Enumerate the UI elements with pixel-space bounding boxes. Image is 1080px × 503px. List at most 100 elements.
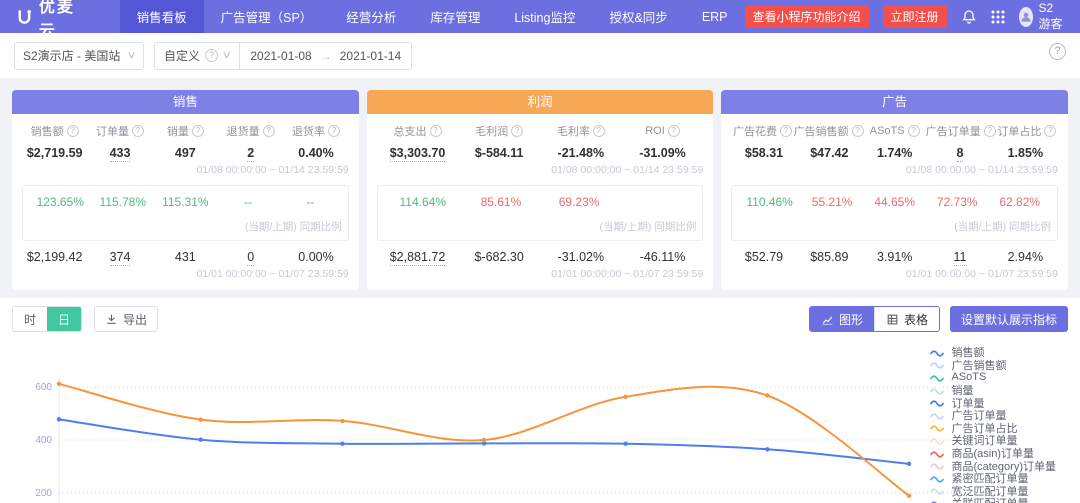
- page-help-icon[interactable]: ?: [1049, 43, 1066, 60]
- wave-line-icon: [930, 386, 944, 395]
- user-menu[interactable]: S2游客: [1019, 1, 1064, 32]
- metric-value: -46.11%: [622, 250, 704, 264]
- metric-value-text[interactable]: 374: [110, 250, 131, 266]
- metric-value: 1.85%: [993, 146, 1058, 160]
- register-now-button[interactable]: 立即注册: [883, 5, 947, 28]
- metric-help-icon[interactable]: ?: [511, 125, 523, 137]
- metric-value-text: 3.91%: [877, 250, 912, 264]
- metric-value: 0: [218, 250, 283, 264]
- metric-help-icon[interactable]: ?: [263, 125, 275, 137]
- metric-value: 0.40%: [283, 146, 348, 160]
- legend-item-ASoTS[interactable]: ASoTS: [930, 371, 1056, 384]
- nav-item-授权&同步[interactable]: 授权&同步: [592, 0, 684, 33]
- metric-help-icon[interactable]: ?: [780, 125, 792, 137]
- current-period: 01/08 00:00:00 ~ 01/14 23:59:59: [22, 164, 349, 176]
- column-label: 广告花费?: [731, 123, 793, 139]
- date-range-type-select[interactable]: 自定义 ? ∨: [155, 43, 240, 69]
- metric-help-icon[interactable]: ?: [132, 125, 144, 137]
- compare-value: 114.64%: [384, 195, 462, 209]
- column-headers: 销售额?订单量?销量?退货量?退货率?: [22, 123, 349, 139]
- metric-value-text[interactable]: 0: [247, 250, 254, 266]
- chart-view-button[interactable]: 图形: [810, 307, 874, 331]
- nav-item-广告管理（SP）[interactable]: 广告管理（SP）: [204, 0, 330, 33]
- metric-panels: 销售销售额?订单量?销量?退货量?退货率?$2,719.5943349720.4…: [0, 78, 1080, 290]
- metric-value-text[interactable]: $2,881.72: [390, 250, 446, 266]
- export-button[interactable]: 导出: [94, 306, 158, 332]
- column-label-text: ROI: [645, 125, 665, 137]
- chart-legend: 销售额广告销售额ASoTS销量订单量广告订单量广告订单占比关键词订单量商品(as…: [930, 346, 1056, 503]
- column-label-text: 毛利润: [475, 123, 508, 139]
- metric-help-icon[interactable]: ?: [430, 125, 442, 137]
- compare-label: (当期/上期) 同期比例: [738, 219, 1051, 234]
- shop-select[interactable]: S2演示店 - 美国站 ∨: [14, 42, 144, 70]
- metric-value-text: -31.02%: [558, 250, 605, 264]
- metric-help-icon[interactable]: ?: [593, 125, 605, 137]
- column-label-text: 订单占比: [997, 123, 1041, 139]
- chart-section: 时 日 导出 图形 表格: [0, 298, 1080, 503]
- compare-value: 55.21%: [801, 195, 864, 209]
- metric-value-text: 1.74%: [877, 146, 912, 160]
- metric-value-text[interactable]: 433: [110, 146, 131, 162]
- wave-line-icon: [930, 360, 944, 369]
- table-view-button[interactable]: 表格: [874, 307, 939, 331]
- compare-value: --: [279, 195, 342, 209]
- metric-help-icon[interactable]: ?: [1044, 125, 1056, 137]
- help-question-icon[interactable]: ?: [205, 49, 218, 62]
- miniprogram-intro-button[interactable]: 查看小程序功能介绍: [745, 5, 869, 28]
- nav-item-Listing监控[interactable]: Listing监控: [497, 0, 592, 33]
- column-label-text: 退货率: [292, 123, 325, 139]
- metric-help-icon[interactable]: ?: [328, 125, 340, 137]
- panel-body: 总支出?毛利润?毛利率?ROI?$3,303.70$-584.11-21.48%…: [367, 114, 714, 290]
- metric-help-icon[interactable]: ?: [668, 125, 680, 137]
- compare-label: (当期/上期) 同期比例: [29, 219, 342, 234]
- column-label-text: 销量: [167, 123, 189, 139]
- nav-item-经营分析[interactable]: 经营分析: [329, 0, 413, 33]
- column-label: 销售额?: [22, 123, 87, 139]
- apps-grid-icon[interactable]: [991, 10, 1005, 24]
- metric-value: 431: [153, 250, 218, 264]
- metric-value: 433: [87, 146, 152, 160]
- metric-value-text[interactable]: 11: [954, 250, 967, 266]
- nav-item-库存管理[interactable]: 库存管理: [413, 0, 497, 33]
- metric-value: 11: [927, 250, 992, 264]
- compare-value: 85.61%: [462, 195, 540, 209]
- app-logo[interactable]: 优麦云: [16, 0, 90, 33]
- panel-广告: 广告广告花费?广告销售额?ASoTS?广告订单量?订单占比?$58.31$47.…: [721, 90, 1068, 290]
- date-range-inputs[interactable]: 2021-01-08 → 2021-01-14: [240, 49, 411, 63]
- column-label: 总支出?: [377, 123, 459, 139]
- trend-chart[interactable]: 200400600 销售额广告销售额ASoTS销量订单量广告订单量广告订单占比关…: [12, 342, 1068, 503]
- nav-item-销售看板[interactable]: 销售看板: [120, 0, 204, 33]
- hour-toggle-button[interactable]: 时: [13, 307, 47, 331]
- previous-values: $2,881.72$-682.30-31.02%-46.11%: [377, 250, 704, 264]
- legend-label: 关联匹配订单量: [951, 495, 1028, 503]
- set-default-metrics-button[interactable]: 设置默认展示指标: [950, 306, 1068, 332]
- metric-value-text[interactable]: $3,303.70: [390, 146, 446, 162]
- legend-item-广告销售额[interactable]: 广告销售额: [930, 359, 1056, 372]
- metric-value: -21.48%: [540, 146, 622, 160]
- metric-help-icon[interactable]: ?: [67, 125, 79, 137]
- column-label-text: 订单量: [96, 123, 129, 139]
- column-label: 退货量?: [218, 123, 283, 139]
- legend-item-关联匹配订单量[interactable]: 关联匹配订单量: [930, 497, 1056, 503]
- metric-value-text[interactable]: 8: [957, 146, 964, 162]
- day-toggle-button[interactable]: 日: [47, 307, 81, 331]
- metric-help-icon[interactable]: ?: [852, 125, 864, 137]
- metric-value: $2,199.42: [22, 250, 87, 264]
- metric-value-text: $2,719.59: [27, 146, 83, 160]
- current-period: 01/08 00:00:00 ~ 01/14 23:59:59: [377, 164, 704, 176]
- metric-value-text[interactable]: 2: [247, 146, 254, 162]
- metric-help-icon[interactable]: ?: [908, 125, 920, 137]
- compare-label: (当期/上期) 同期比例: [384, 219, 697, 234]
- arrow-right-icon: →: [320, 49, 332, 63]
- metric-value-text: $2,199.42: [27, 250, 83, 264]
- column-label-text: ASoTS: [870, 125, 905, 137]
- metric-value-text: $52.79: [745, 250, 783, 264]
- metric-help-icon[interactable]: ?: [984, 125, 996, 137]
- previous-period: 01/01 00:00:00 ~ 01/07 23:59:59: [22, 268, 349, 280]
- nav-item-ERP[interactable]: ERP: [685, 0, 745, 33]
- notification-bell-icon[interactable]: [961, 9, 977, 25]
- column-label-text: 广告销售额: [794, 123, 849, 139]
- panel-title: 广告: [721, 90, 1068, 114]
- metric-help-icon[interactable]: ?: [192, 125, 204, 137]
- legend-item-销量[interactable]: 销量: [930, 384, 1056, 397]
